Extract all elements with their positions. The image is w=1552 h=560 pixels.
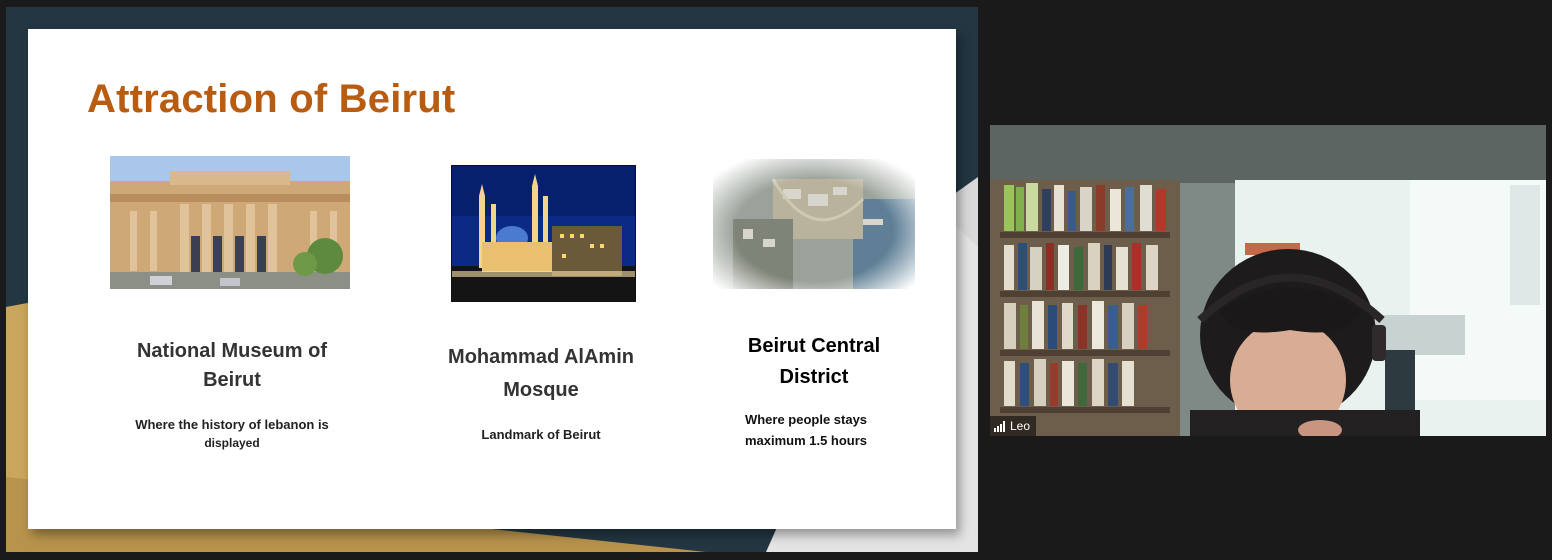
mosque-title: Mohammad AlAmin Mosque (416, 343, 666, 405)
district-desc-line2: maximum 1.5 hours (744, 433, 868, 448)
participant-name-tag: Leo (990, 416, 1037, 436)
participant-video-feed (990, 125, 1546, 436)
mosque-title-line1: Mohammad AlAmin (448, 346, 634, 368)
museum-photo (110, 156, 350, 289)
district-title: Beirut Central District (708, 331, 920, 393)
museum-title: National Museum of Beirut (110, 337, 354, 395)
participant-video-tile[interactable]: Leo (990, 125, 1546, 436)
museum-desc-line1: Where the history of lebanon is (135, 417, 329, 432)
museum-title-line2: Beirut (203, 369, 261, 391)
mosque-photo (451, 165, 636, 302)
signal-strength-icon (994, 420, 1005, 432)
district-title-line1: Beirut Central (747, 335, 881, 357)
participant-name: Leo (1010, 419, 1031, 433)
museum-desc-line2: displayed (204, 436, 260, 450)
shared-screen: Attraction of Beirut National Museum of … (6, 7, 978, 552)
district-description: Where people stays maximum 1.5 hours (718, 409, 894, 451)
presentation-slide: Attraction of Beirut National Museum of … (28, 29, 956, 529)
museum-description: Where the history of lebanon is displaye… (110, 415, 354, 451)
mosque-title-line2: Mosque (503, 379, 579, 401)
slide-title: Attraction of Beirut (87, 77, 456, 121)
museum-title-line1: National Museum of (136, 340, 327, 362)
district-desc-line1: Where people stays (744, 412, 868, 427)
aerial-map-photo (713, 159, 915, 289)
district-title-line2: District (779, 366, 849, 388)
mosque-desc-line1: Landmark of Beirut (481, 427, 601, 442)
mosque-description: Landmark of Beirut (416, 425, 666, 445)
